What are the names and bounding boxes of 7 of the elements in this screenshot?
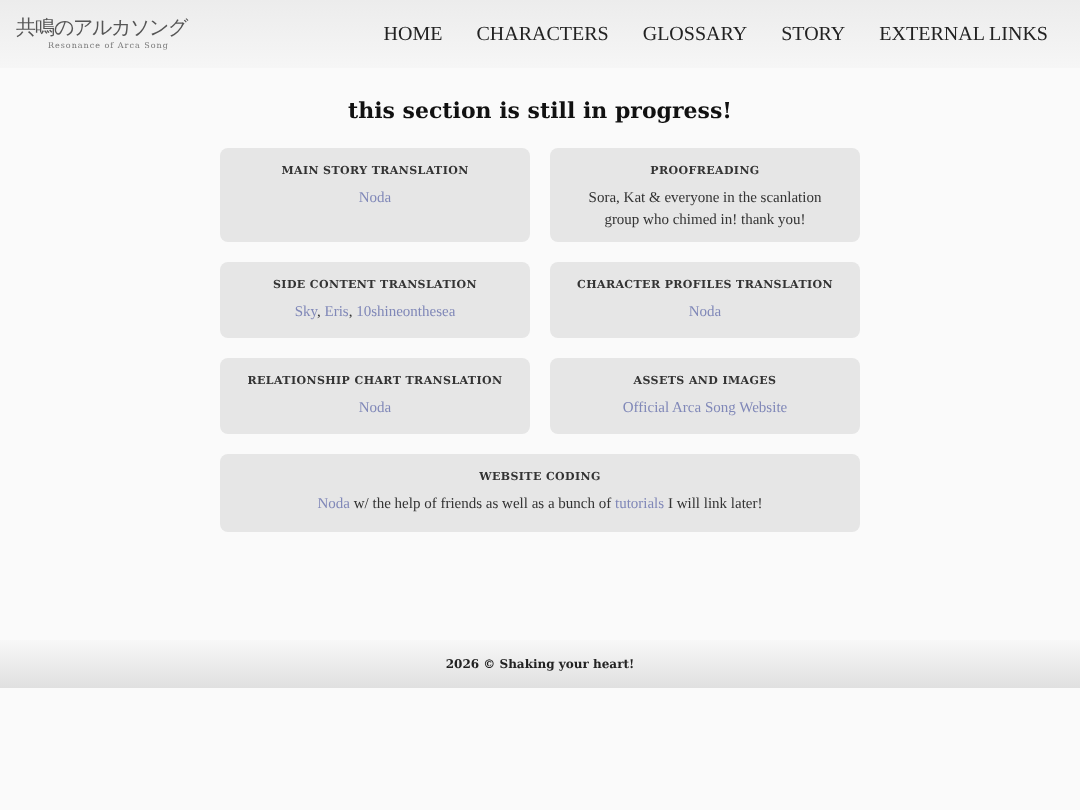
nav-link[interactable]: EXTERNAL LINKS (879, 19, 1048, 49)
page-heading: this section is still in progress! (348, 96, 732, 128)
nav-link[interactable]: GLOSSARY (642, 19, 748, 49)
nav-link[interactable]: CHARACTERS (476, 19, 609, 49)
nav-link[interactable]: HOME (383, 19, 443, 49)
site-logo[interactable]: 共鳴のアルカソング (16, 18, 187, 40)
nav-link[interactable]: STORY (781, 19, 846, 49)
